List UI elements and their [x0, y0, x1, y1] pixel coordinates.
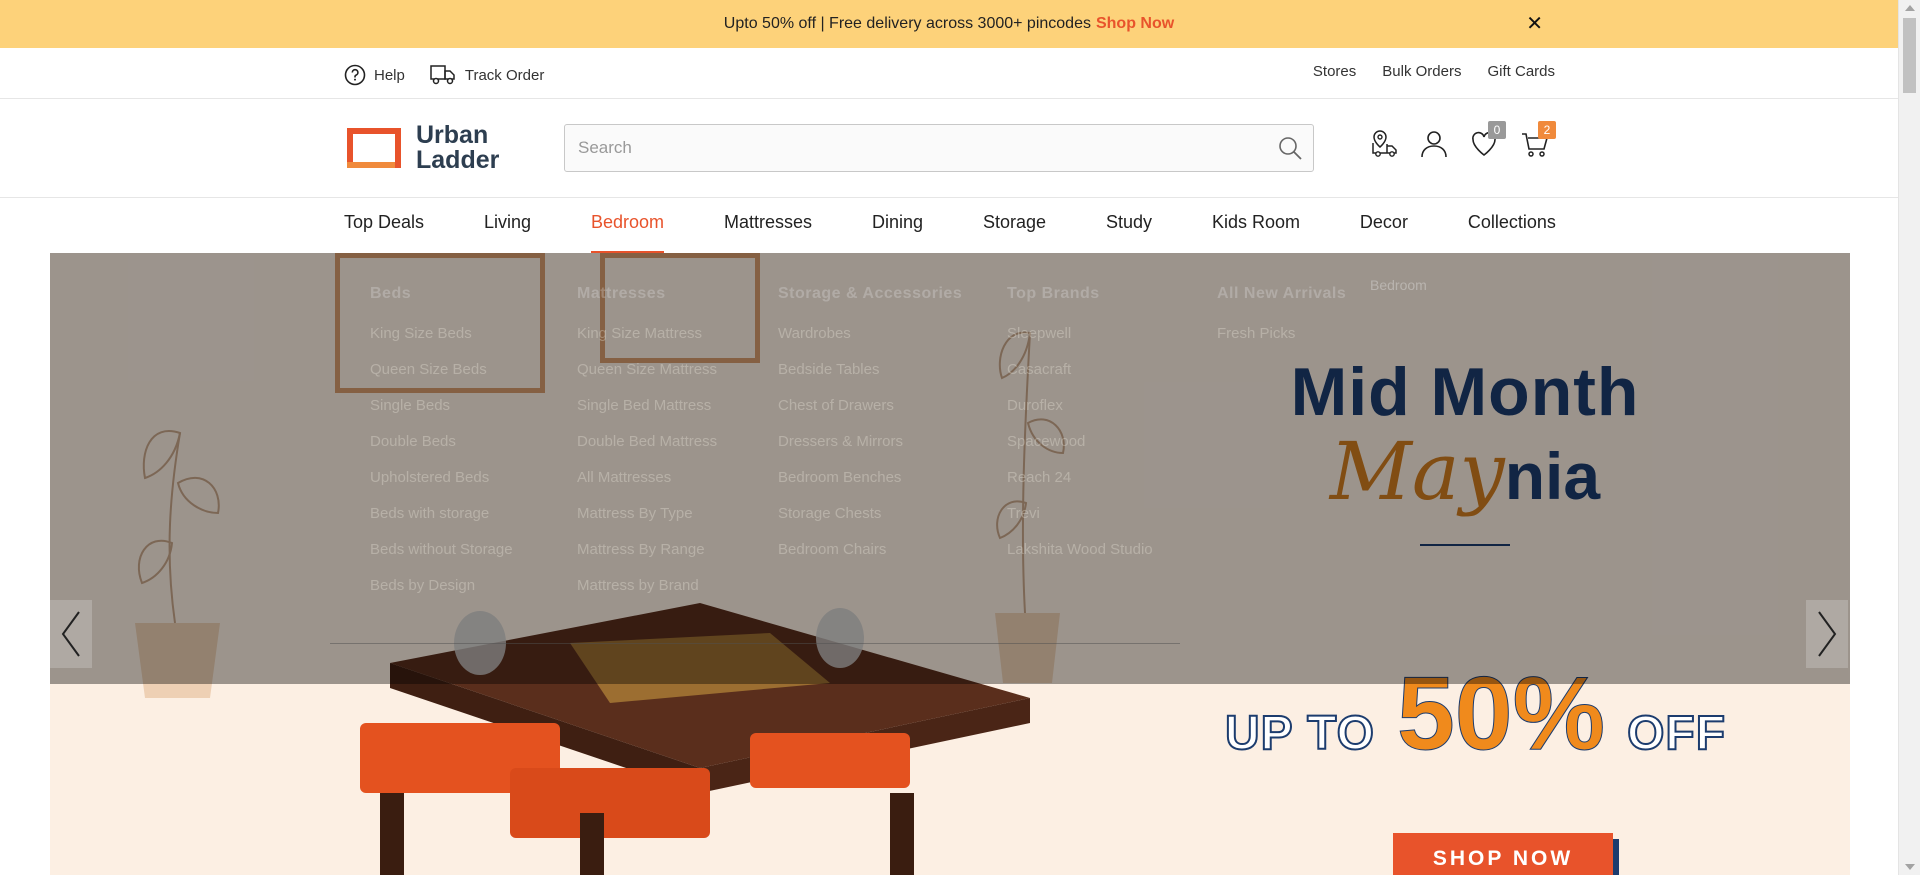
- nav-item-dining[interactable]: Dining: [872, 198, 923, 253]
- carousel-prev-button[interactable]: [50, 600, 92, 668]
- brand-logo[interactable]: Urban Ladder: [344, 123, 499, 173]
- offer-off: OFF: [1626, 706, 1727, 761]
- mega-col-brands: Top Brands Sleepwell Casacraft Duroflex …: [1007, 285, 1153, 577]
- nav-item-kids-room[interactable]: Kids Room: [1212, 198, 1300, 253]
- search-input[interactable]: [565, 125, 1313, 171]
- store-locator-button[interactable]: [1370, 129, 1397, 159]
- help-icon: [344, 64, 366, 86]
- promo-text: Upto 50% off | Free delivery across 3000…: [723, 15, 1091, 32]
- mega-link[interactable]: All Mattresses: [577, 469, 717, 505]
- user-icon: [1421, 131, 1447, 158]
- mega-link[interactable]: Reach 24: [1007, 469, 1153, 505]
- mega-link[interactable]: Sleepwell: [1007, 325, 1153, 361]
- brand-line-2: Ladder: [416, 146, 500, 174]
- delivery-pin-icon: [1372, 130, 1397, 157]
- chevron-left-icon: [61, 611, 80, 657]
- mega-heading[interactable]: Beds: [370, 285, 513, 303]
- mega-link[interactable]: Duroflex: [1007, 397, 1153, 433]
- mega-divider: [330, 643, 1180, 644]
- cart-count-badge: 2: [1538, 121, 1556, 139]
- nav-item-storage[interactable]: Storage: [983, 198, 1046, 253]
- search-icon[interactable]: [1277, 135, 1303, 161]
- offer-upto: UP TO: [1224, 706, 1375, 761]
- gift-cards-link[interactable]: Gift Cards: [1487, 63, 1555, 80]
- mega-link[interactable]: King Size Beds: [370, 325, 513, 361]
- nav-item-decor[interactable]: Decor: [1360, 198, 1408, 253]
- bulk-orders-link[interactable]: Bulk Orders: [1382, 63, 1461, 80]
- utility-bar: Help Track Order Stores Bulk Orders Gift…: [0, 48, 1898, 99]
- nav-item-bedroom[interactable]: Bedroom: [590, 198, 665, 253]
- main-nav: Top Deals Living Bedroom Mattresses Dini…: [0, 198, 1898, 253]
- mega-heading[interactable]: Storage & Accessories: [778, 285, 962, 303]
- search-box: [564, 124, 1314, 172]
- mega-col-beds: Beds King Size Beds Queen Size Beds Sing…: [370, 285, 513, 613]
- mega-heading[interactable]: All New Arrivals: [1217, 285, 1346, 303]
- mega-link[interactable]: Trevi: [1007, 505, 1153, 541]
- mega-link[interactable]: Single Bed Mattress: [577, 397, 717, 433]
- account-button[interactable]: [1420, 129, 1447, 159]
- nav-item-study[interactable]: Study: [1106, 198, 1152, 253]
- track-order-link[interactable]: Track Order: [429, 63, 544, 87]
- help-label: Help: [374, 66, 405, 84]
- mega-link[interactable]: Mattress by Brand: [577, 577, 717, 613]
- mega-col-mattresses: Mattresses King Size Mattress Queen Size…: [577, 285, 717, 613]
- mega-link[interactable]: Queen Size Beds: [370, 361, 513, 397]
- logo-mark: [347, 128, 401, 168]
- mega-link[interactable]: Queen Size Mattress: [577, 361, 717, 397]
- mega-image-alt: Bedroom: [1370, 277, 1427, 293]
- scrollbar-thumb[interactable]: [1903, 18, 1916, 93]
- mega-link[interactable]: Dressers & Mirrors: [778, 433, 962, 469]
- mega-link[interactable]: Bedroom Benches: [778, 469, 962, 505]
- cart-button[interactable]: 2: [1520, 121, 1556, 159]
- page-scrollbar[interactable]: [1898, 0, 1920, 875]
- scroll-up-arrow-icon[interactable]: [1905, 5, 1915, 11]
- mega-link[interactable]: Casacraft: [1007, 361, 1153, 397]
- mega-link[interactable]: Double Beds: [370, 433, 513, 469]
- promo-shop-now-link[interactable]: Shop Now: [1096, 15, 1174, 33]
- help-link[interactable]: Help: [344, 63, 405, 87]
- mega-link[interactable]: Storage Chests: [778, 505, 962, 541]
- mega-link[interactable]: Chest of Drawers: [778, 397, 962, 433]
- mega-col-storage: Storage & Accessories Wardrobes Bedside …: [778, 285, 962, 577]
- mega-link[interactable]: Mattress By Range: [577, 541, 717, 577]
- truck-icon: [430, 65, 455, 85]
- mega-link[interactable]: Wardrobes: [778, 325, 962, 361]
- mega-link[interactable]: Lakshita Wood Studio: [1007, 541, 1153, 577]
- close-icon[interactable]: ✕: [1526, 11, 1543, 36]
- header: Urban Ladder 0 2: [0, 99, 1898, 198]
- nav-item-mattresses[interactable]: Mattresses: [724, 198, 812, 253]
- brand-line-1: Urban: [416, 121, 489, 149]
- wishlist-button[interactable]: 0: [1470, 121, 1506, 159]
- mega-link[interactable]: Beds by Design: [370, 577, 513, 613]
- nav-item-top-deals[interactable]: Top Deals: [344, 198, 424, 253]
- scroll-down-arrow-icon[interactable]: [1905, 864, 1915, 870]
- stores-link[interactable]: Stores: [1313, 63, 1356, 80]
- mega-link[interactable]: Fresh Picks: [1217, 325, 1346, 361]
- mega-heading[interactable]: Mattresses: [577, 285, 717, 303]
- promo-bar: Upto 50% off | Free delivery across 3000…: [0, 0, 1898, 48]
- chevron-right-icon: [1818, 611, 1837, 657]
- mega-link[interactable]: Bedroom Chairs: [778, 541, 962, 577]
- mega-link[interactable]: Upholstered Beds: [370, 469, 513, 505]
- mega-link[interactable]: Spacewood: [1007, 433, 1153, 469]
- mega-heading[interactable]: Top Brands: [1007, 285, 1153, 303]
- mega-link[interactable]: King Size Mattress: [577, 325, 717, 361]
- mega-link[interactable]: Mattress By Type: [577, 505, 717, 541]
- bedroom-mega-menu: Beds King Size Beds Queen Size Beds Sing…: [330, 253, 1477, 644]
- carousel-next-button[interactable]: [1806, 600, 1848, 668]
- mega-link[interactable]: Beds with storage: [370, 505, 513, 541]
- mega-link[interactable]: Bedside Tables: [778, 361, 962, 397]
- track-order-label: Track Order: [464, 66, 545, 84]
- nav-item-collections[interactable]: Collections: [1468, 198, 1556, 253]
- nav-item-living[interactable]: Living: [484, 198, 531, 253]
- mega-link[interactable]: Double Bed Mattress: [577, 433, 717, 469]
- mega-col-new-arrivals: All New Arrivals Fresh Picks: [1217, 285, 1346, 361]
- mega-link[interactable]: Beds without Storage: [370, 541, 513, 577]
- wishlist-count-badge: 0: [1488, 121, 1506, 139]
- hero-shop-now-button[interactable]: SHOP NOW: [1393, 833, 1613, 875]
- mega-link[interactable]: Single Beds: [370, 397, 513, 433]
